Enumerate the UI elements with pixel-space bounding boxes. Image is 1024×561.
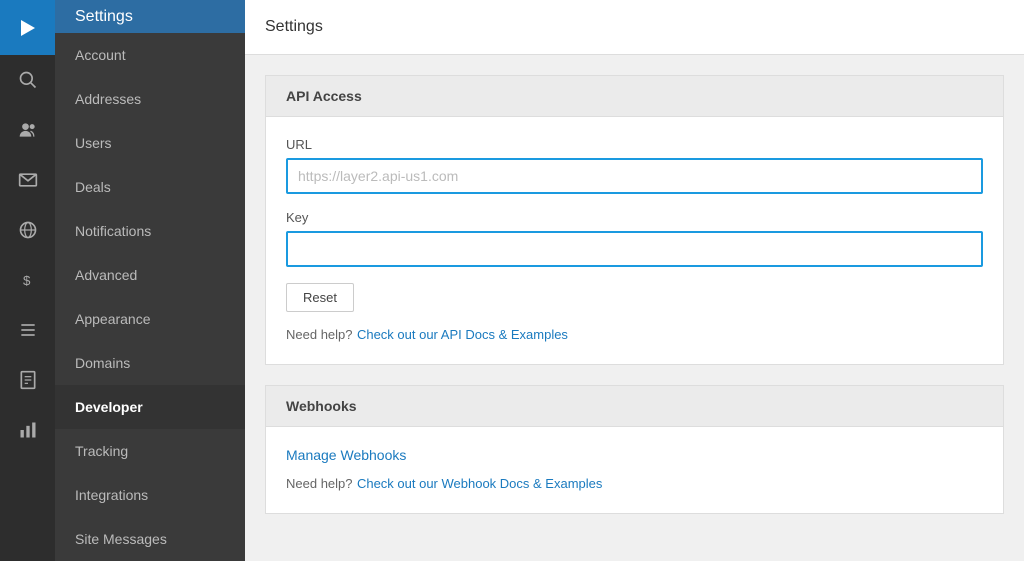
main-body: API Access URL Key Reset Need help? Chec… [245, 55, 1024, 554]
icon-sidebar: $ [0, 0, 55, 561]
sidebar-item-integrations[interactable]: Integrations [55, 473, 245, 517]
sidebar-item-notifications[interactable]: Notifications [55, 209, 245, 253]
list-icon[interactable] [0, 305, 55, 355]
page-title: Settings [265, 18, 323, 36]
key-label: Key [286, 210, 983, 225]
nav-sidebar-header: Settings [55, 0, 245, 33]
api-docs-link[interactable]: Check out our API Docs & Examples [357, 327, 568, 342]
api-access-card-body: URL Key Reset Need help? Check out our A… [266, 117, 1003, 364]
search-icon[interactable] [0, 55, 55, 105]
key-form-group: Key [286, 210, 983, 267]
mail-icon[interactable] [0, 155, 55, 205]
manage-webhooks-link[interactable]: Manage Webhooks [286, 447, 983, 463]
sidebar-item-tracking[interactable]: Tracking [55, 429, 245, 473]
webhooks-card-header: Webhooks [266, 386, 1003, 427]
key-input[interactable] [286, 231, 983, 267]
webhooks-card-body: Manage Webhooks Need help? Check out our… [266, 427, 1003, 513]
sidebar-item-domains[interactable]: Domains [55, 341, 245, 385]
nav-sidebar: Settings Account Addresses Users Deals N… [55, 0, 245, 561]
webhooks-card: Webhooks Manage Webhooks Need help? Chec… [265, 385, 1004, 514]
main-header: Settings [245, 0, 1024, 55]
api-access-card-header: API Access [266, 76, 1003, 117]
url-form-group: URL [286, 137, 983, 194]
sidebar-item-deals[interactable]: Deals [55, 165, 245, 209]
sidebar-item-appearance[interactable]: Appearance [55, 297, 245, 341]
sidebar-item-users[interactable]: Users [55, 121, 245, 165]
chart-icon[interactable] [0, 405, 55, 455]
document-icon[interactable] [0, 355, 55, 405]
url-input[interactable] [286, 158, 983, 194]
sidebar-item-addresses[interactable]: Addresses [55, 77, 245, 121]
reset-button[interactable]: Reset [286, 283, 354, 312]
sidebar-item-account[interactable]: Account [55, 33, 245, 77]
webhook-help-text: Need help? Check out our Webhook Docs & … [286, 475, 983, 493]
sidebar-item-site-messages[interactable]: Site Messages [55, 517, 245, 561]
sidebar-item-advanced[interactable]: Advanced [55, 253, 245, 297]
api-help-text: Need help? Check out our API Docs & Exam… [286, 326, 983, 344]
webhook-docs-link[interactable]: Check out our Webhook Docs & Examples [357, 476, 602, 491]
dollar-icon[interactable]: $ [0, 255, 55, 305]
app-logo-button[interactable] [0, 0, 55, 55]
globe-icon[interactable] [0, 205, 55, 255]
svg-text:$: $ [23, 273, 31, 288]
sidebar-item-developer[interactable]: Developer [55, 385, 245, 429]
url-label: URL [286, 137, 983, 152]
users-icon[interactable] [0, 105, 55, 155]
main-content: Settings API Access URL Key Reset Need h… [245, 0, 1024, 561]
api-access-card: API Access URL Key Reset Need help? Chec… [265, 75, 1004, 365]
